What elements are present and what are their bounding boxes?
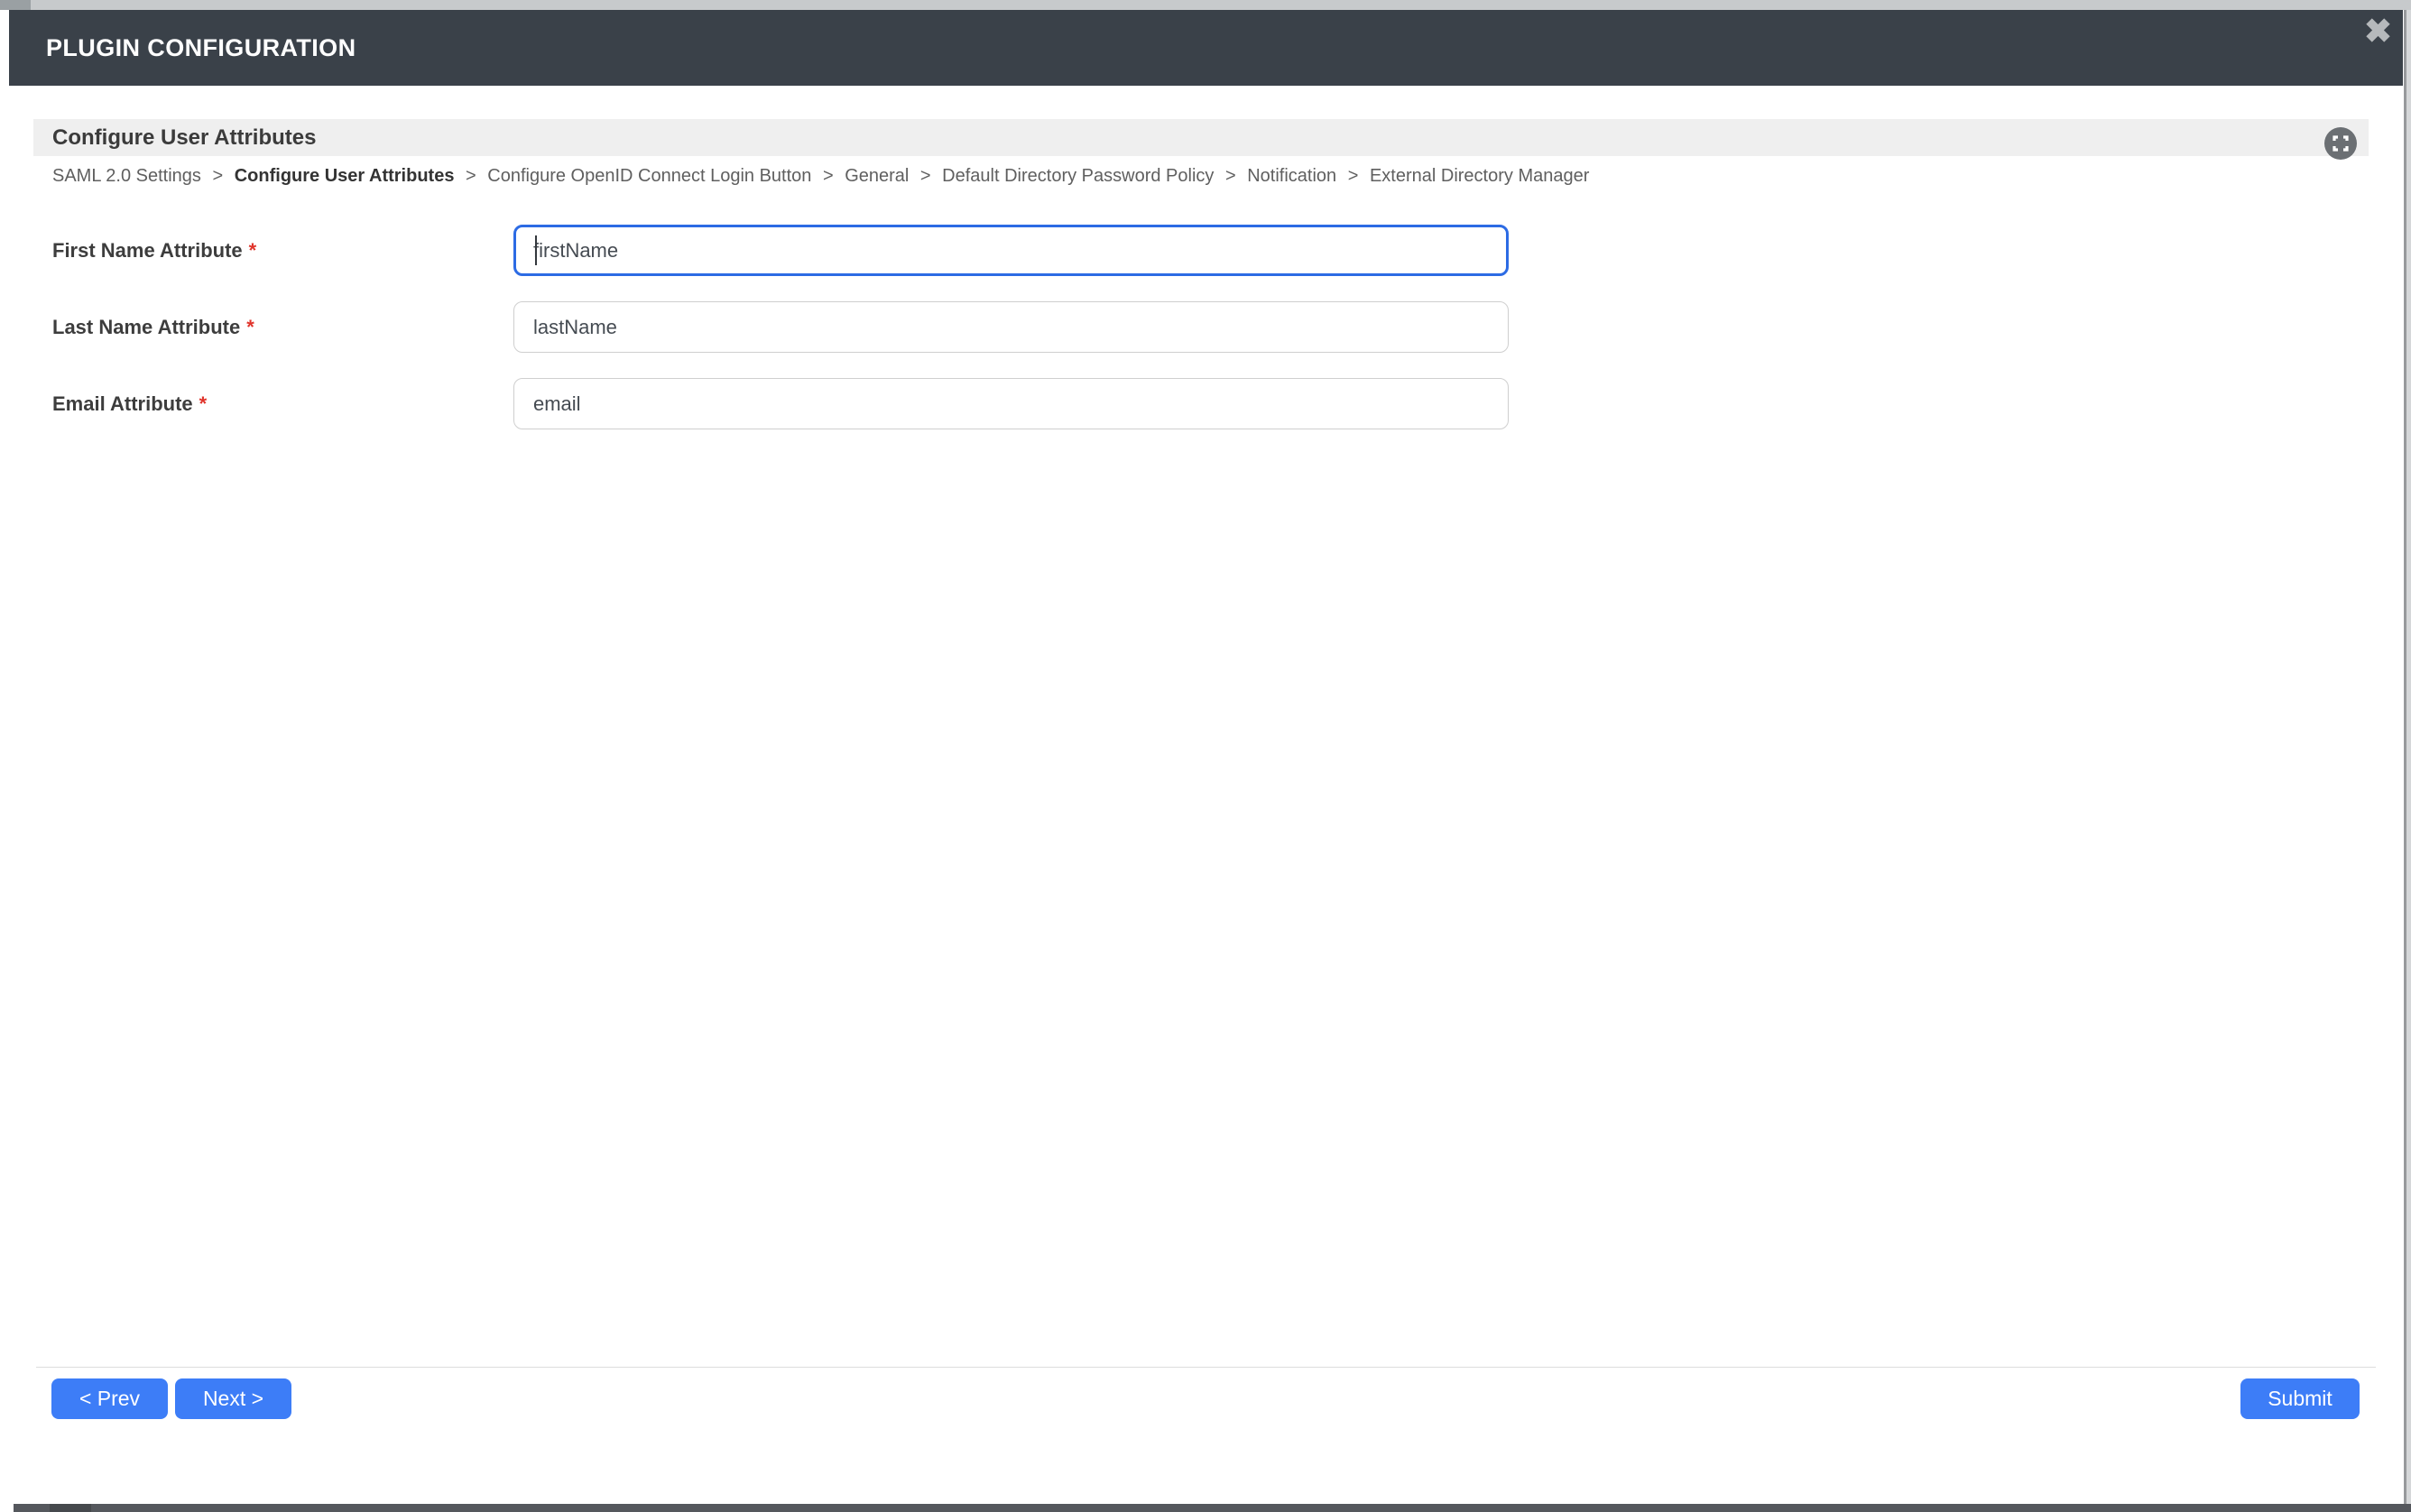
footer-divider	[36, 1367, 2376, 1368]
breadcrumb-item-notification: Notification	[1247, 166, 1336, 186]
prev-button[interactable]: < Prev	[51, 1378, 168, 1419]
breadcrumb-item-saml-settings: SAML 2.0 Settings	[52, 166, 201, 186]
breadcrumb-separator: >	[212, 166, 223, 186]
section-header-band: Configure User Attributes	[33, 119, 2369, 156]
breadcrumb-separator: >	[920, 166, 931, 186]
breadcrumb-item-openid-connect-login-button: Configure OpenID Connect Login Button	[487, 166, 811, 186]
required-marker: *	[246, 316, 254, 338]
form-row-first-name: First Name Attribute*	[9, 225, 2403, 276]
text-caret	[535, 235, 537, 265]
breadcrumb-separator: >	[823, 166, 834, 186]
breadcrumb: SAML 2.0 Settings > Configure User Attri…	[52, 163, 2362, 189]
window-right-edge-track	[2406, 10, 2411, 1504]
background-bottom-bar	[14, 1504, 2411, 1512]
breadcrumb-separator: >	[466, 166, 476, 186]
required-marker: *	[199, 392, 208, 415]
breadcrumb-item-external-directory-manager: External Directory Manager	[1370, 166, 1589, 186]
expand-button[interactable]	[2324, 127, 2357, 160]
form-row-email: Email Attribute*	[9, 378, 2403, 429]
form-row-last-name: Last Name Attribute*	[9, 301, 2403, 353]
email-attribute-input[interactable]	[513, 378, 1509, 429]
expand-icon	[2324, 149, 2357, 162]
plugin-configuration-dialog: PLUGIN CONFIGURATION ✖ Configure User At…	[9, 10, 2403, 1504]
dialog-body: Configure User Attributes SAML 2.0 Setti…	[9, 86, 2403, 1504]
dialog-title: PLUGIN CONFIGURATION	[9, 34, 356, 62]
breadcrumb-separator: >	[1225, 166, 1236, 186]
breadcrumb-item-general: General	[845, 166, 909, 186]
required-marker: *	[249, 239, 257, 262]
close-icon: ✖	[2364, 13, 2392, 50]
breadcrumb-item-default-directory-password-policy: Default Directory Password Policy	[942, 166, 1214, 186]
first-name-attribute-label: First Name Attribute*	[52, 225, 256, 276]
first-name-attribute-input[interactable]	[513, 225, 1509, 276]
breadcrumb-separator: >	[1348, 166, 1359, 186]
last-name-attribute-input[interactable]	[513, 301, 1509, 353]
dialog-header: PLUGIN CONFIGURATION ✖	[9, 10, 2403, 86]
section-title: Configure User Attributes	[52, 119, 316, 156]
background-bottom-bar-segment	[50, 1504, 91, 1512]
last-name-attribute-label: Last Name Attribute*	[52, 301, 254, 353]
breadcrumb-item-configure-user-attributes: Configure User Attributes	[235, 166, 455, 186]
close-button[interactable]: ✖	[2364, 12, 2392, 51]
next-button[interactable]: Next >	[175, 1378, 291, 1419]
window-top-strip	[0, 0, 2411, 10]
window-top-strip-segment	[0, 0, 31, 10]
submit-button[interactable]: Submit	[2240, 1378, 2360, 1419]
email-attribute-label: Email Attribute*	[52, 378, 207, 429]
